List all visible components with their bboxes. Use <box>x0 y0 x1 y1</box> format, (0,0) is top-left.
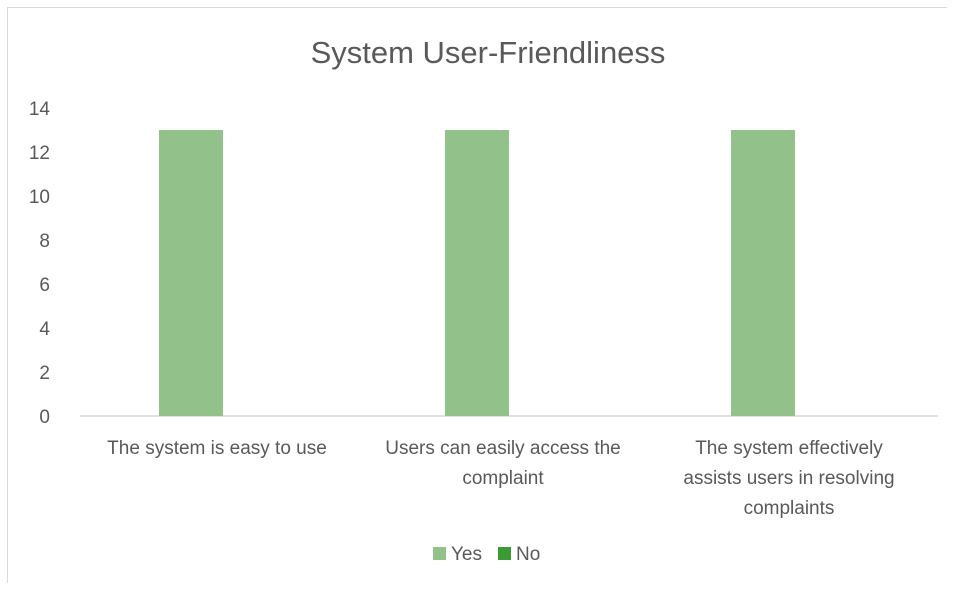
x-category-label: complaints <box>744 498 835 519</box>
bars <box>159 130 795 416</box>
bar-chart: System User-Friendliness 0 2 4 6 8 10 12 14 The… <box>29 35 938 565</box>
chart-title: System User-Friendliness <box>311 35 666 70</box>
y-tick-label: 10 <box>29 187 50 208</box>
y-tick-label: 4 <box>39 319 50 340</box>
x-category-label: assists users in resolving <box>683 468 894 489</box>
y-tick-label: 6 <box>39 275 50 296</box>
legend-label-yes: Yes <box>451 544 482 565</box>
bar-yes <box>159 130 223 416</box>
x-category-label: The system effectively <box>695 438 883 459</box>
y-tick-label: 2 <box>39 363 50 384</box>
x-category-label: Users can easily access the <box>385 438 621 459</box>
legend-label-no: No <box>516 544 540 565</box>
legend-swatch-yes <box>433 547 446 560</box>
bar-yes <box>731 130 795 416</box>
x-category-label: The system is easy to use <box>107 438 327 459</box>
legend: Yes No <box>433 544 540 565</box>
bar-yes <box>445 130 509 416</box>
x-category-label: complaint <box>462 468 544 489</box>
y-axis: 0 2 4 6 8 10 12 14 <box>29 99 51 428</box>
x-axis-labels: The system is easy to use Users can easil… <box>107 438 894 519</box>
y-tick-label: 12 <box>29 143 50 164</box>
legend-swatch-no <box>498 547 511 560</box>
y-tick-label: 14 <box>29 99 51 120</box>
y-tick-label: 8 <box>39 231 50 252</box>
y-tick-label: 0 <box>39 407 50 428</box>
